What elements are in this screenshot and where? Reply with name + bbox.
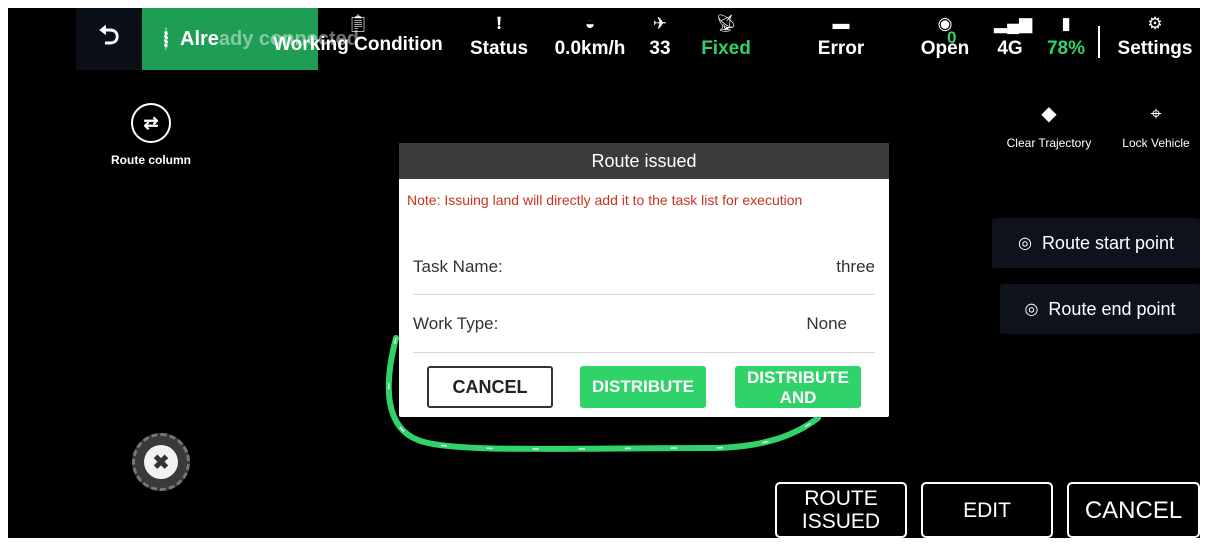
network-label: 4G <box>997 38 1023 59</box>
dialog-cancel-button[interactable]: CANCEL <box>427 366 553 408</box>
edit-button[interactable]: EDIT <box>921 482 1053 538</box>
working-condition-button[interactable]: 📋︎ Working Condition <box>258 8 458 70</box>
route-issued-button[interactable]: ROUTE ISSUED <box>775 482 907 538</box>
camera-label: Open <box>920 38 970 59</box>
satellite-count: 33 <box>649 38 671 59</box>
task-name-label: Task Name: <box>413 257 503 276</box>
route-issued-label-line2: ISSUED <box>801 510 881 533</box>
status-button[interactable]: ❗︎ Status <box>462 8 536 70</box>
divider <box>413 352 875 353</box>
dialog-title: Route issued <box>399 143 889 179</box>
error-button[interactable]: ▬ Error <box>810 8 872 70</box>
divider <box>1098 26 1100 58</box>
camera-button[interactable]: ◉ Open <box>918 8 972 70</box>
distribute-label: DISTRIBUTE <box>592 377 694 396</box>
task-name-row: Task Name: three <box>413 245 875 289</box>
route-end-point-button[interactable]: ◎ Route end point <box>1000 284 1200 334</box>
battery-value: 78% <box>1046 38 1086 59</box>
route-column-label: Route column <box>111 153 191 167</box>
back-button[interactable]: ⮌ <box>76 8 142 70</box>
edit-label: EDIT <box>963 498 1011 522</box>
cancel-button[interactable]: CANCEL <box>1067 482 1200 538</box>
task-name-value[interactable]: three <box>836 257 875 277</box>
app-screen: ⮌ Already connected 📋︎ Working Condition… <box>8 8 1200 538</box>
work-type-value[interactable]: None <box>806 314 847 334</box>
error-device-icon: ▬ <box>832 14 850 33</box>
top-status-bar: ⮌ Already connected 📋︎ Working Condition… <box>76 8 1200 70</box>
clear-trajectory-button[interactable]: ◆ Clear Trajectory <box>996 100 1102 150</box>
distribute-and-label: DISTRIBUTE AND <box>747 368 849 407</box>
distribute-button[interactable]: DISTRIBUTE <box>580 366 706 408</box>
route-list-icon: ⇄ <box>131 103 171 143</box>
satellite-icon: ✈︎ <box>652 14 668 33</box>
settings-button[interactable]: ⚙︎ Settings <box>1112 8 1198 70</box>
route-points-icon: ◎ <box>1024 301 1039 318</box>
rtk-fix-indicator: 📡︎ Fixed <box>694 8 758 70</box>
camera-icon: ◉ <box>937 14 953 33</box>
dialog-cancel-label: CANCEL <box>452 376 528 397</box>
antenna-icon: 📡︎ <box>715 14 737 33</box>
back-arrow-icon: ⮌ <box>98 20 120 50</box>
lock-vehicle-button[interactable]: ⌖ Lock Vehicle <box>1114 100 1198 150</box>
alert-icon: ❗︎ <box>496 14 502 33</box>
satellite-indicator: ✈︎ 33 <box>642 8 678 70</box>
target-icon: ⌖ <box>1150 103 1162 125</box>
eraser-icon: ◆ <box>1041 103 1057 125</box>
connection-text: Alre <box>180 27 219 50</box>
error-label: Error <box>817 38 865 59</box>
settings-label: Settings <box>1117 38 1193 59</box>
gear-icon: ⚙︎ <box>1147 14 1163 33</box>
clear-trajectory-label: Clear Trajectory <box>1006 136 1092 150</box>
distribute-and-button[interactable]: DISTRIBUTE AND <box>735 366 861 408</box>
route-issued-dialog: Route issued Note: Issuing land will dir… <box>399 143 889 417</box>
work-type-label: Work Type: <box>413 314 499 333</box>
status-label: Status <box>469 38 529 59</box>
battery-icon: ▮ <box>1061 14 1071 33</box>
joystick-control[interactable]: ✖ <box>132 433 190 491</box>
signal-bars-icon: ▂▄▆ <box>994 14 1033 33</box>
battery-indicator: ▮ 78% <box>1042 8 1090 70</box>
lock-vehicle-label: Lock Vehicle <box>1122 136 1190 150</box>
route-end-label: Route end point <box>1048 298 1176 319</box>
route-points-icon: ◎ <box>1017 235 1032 252</box>
loading-spinner-icon <box>164 28 168 50</box>
fix-status: Fixed <box>701 38 751 59</box>
speed-value: 0.0km/h <box>554 38 626 59</box>
route-start-label: Route start point <box>1041 232 1175 253</box>
network-indicator: ▂▄▆ 4G <box>994 8 1033 70</box>
working-condition-label: Working Condition <box>273 34 443 55</box>
joystick-icon: ✖ <box>144 445 178 479</box>
work-type-row: Work Type: None <box>413 302 875 346</box>
route-issued-label-line1: ROUTE <box>804 487 878 510</box>
dialog-note: Note: Issuing land will directly add it … <box>407 192 803 208</box>
speedometer-icon: ◒ <box>584 14 596 33</box>
route-column-button[interactable]: ⇄ Route column <box>105 103 197 167</box>
cancel-label: CANCEL <box>1084 496 1183 524</box>
divider <box>413 294 875 295</box>
speed-indicator: ◒ 0.0km/h <box>546 8 634 70</box>
route-start-point-button[interactable]: ◎ Route start point <box>992 218 1200 268</box>
